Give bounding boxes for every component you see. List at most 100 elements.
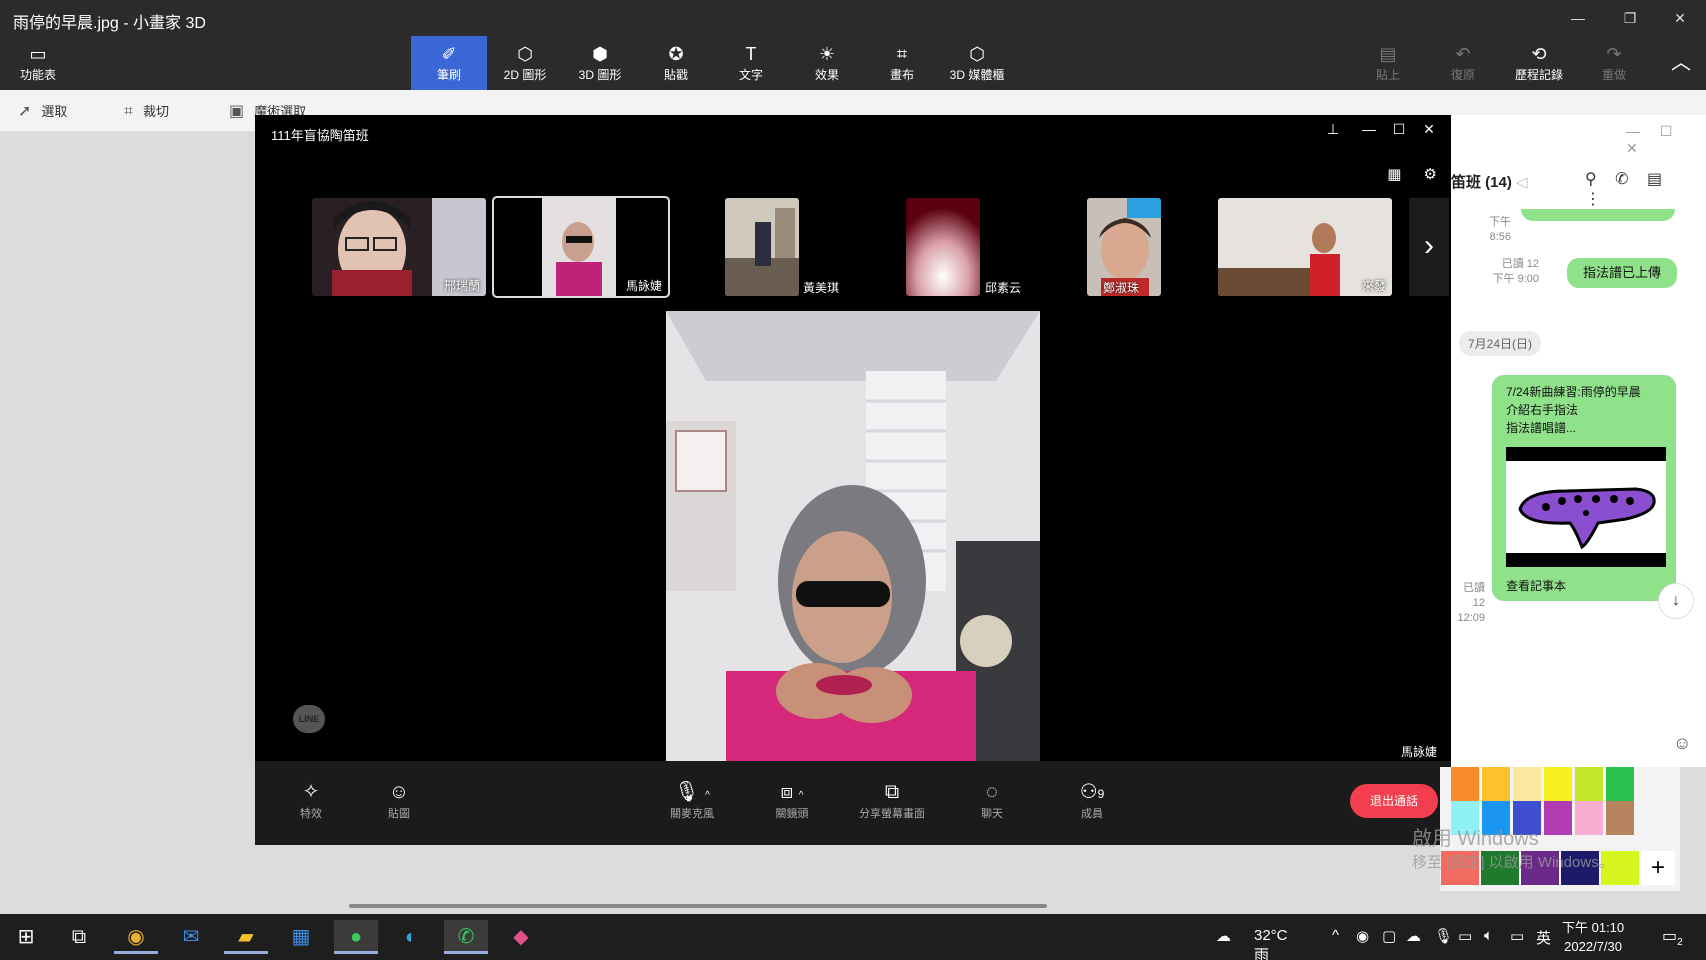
collapse-ribbon-icon[interactable]: ︿ <box>1664 36 1698 90</box>
chat-close-button[interactable]: ✕ <box>1626 140 1638 156</box>
redo-button[interactable]: ↷ 重做 <box>1592 36 1636 90</box>
participant-name: 鄭淑珠 <box>1103 281 1140 295</box>
color-swatch[interactable] <box>1451 767 1479 801</box>
menu-button[interactable]: ▭ 功能表 <box>10 36 66 90</box>
history-button[interactable]: ⟲ 歷程記錄 <box>1508 36 1570 90</box>
horizontal-scrollbar[interactable] <box>349 904 1047 908</box>
participant-tile[interactable]: 邢瑞蘭 <box>312 198 486 296</box>
emoji-button[interactable]: ☺ <box>1673 733 1691 754</box>
network-icon[interactable]: ▭ <box>1510 927 1524 945</box>
phone-icon[interactable]: ✆ <box>1615 171 1628 188</box>
edge-icon[interactable]: ◐ <box>389 920 433 954</box>
undo-icon: ↶ <box>1455 44 1471 64</box>
mute-microphone-button[interactable]: 🎙︎ ^ 關麥克風 <box>652 779 732 821</box>
close-button[interactable]: ✕ <box>1660 6 1700 30</box>
clock[interactable]: 下午 01:10 2022/7/30 <box>1562 918 1624 956</box>
mail-icon[interactable]: ✉ <box>169 920 213 954</box>
note-message-bubble[interactable]: 7/24新曲練習:雨停的早晨 介紹右手指法 指法譜唱譜... 查看記事本 <box>1492 375 1676 601</box>
participant-name: 邢瑞蘭 <box>443 279 480 293</box>
crop-tool[interactable]: ⌗ 裁切 <box>124 101 169 121</box>
color-swatch[interactable] <box>1575 767 1603 801</box>
notes-icon[interactable]: ▤ <box>1647 171 1662 188</box>
color-swatch[interactable] <box>1513 767 1541 801</box>
ime-indicator[interactable]: 英 <box>1536 927 1551 948</box>
chat-minimize-button[interactable]: — <box>1626 123 1640 139</box>
participant-tile[interactable]: 馬詠婕 <box>492 196 670 298</box>
more-icon[interactable]: ⋮ <box>1585 191 1601 208</box>
participant-tile[interactable] <box>906 198 980 296</box>
ribbon-stickers[interactable]: ✪ 貼戳 <box>643 36 709 90</box>
camera-off-button[interactable]: ⧈ ^ 關鏡頭 <box>752 779 832 821</box>
stickers-button[interactable]: ☺ 貼圖 <box>359 779 439 821</box>
color-swatch[interactable] <box>1544 801 1572 835</box>
file-explorer-icon[interactable]: ▰ <box>224 920 268 954</box>
redo-icon: ↷ <box>1606 44 1622 64</box>
meet-icon[interactable]: ▢ <box>1382 927 1396 945</box>
mute-icon: ◁ <box>1516 174 1528 191</box>
ribbon-canvas[interactable]: ⌗ 畫布 <box>869 36 935 90</box>
folder-icon: ▭ <box>29 44 47 64</box>
chrome-icon[interactable]: ◉ <box>114 920 158 954</box>
history-icon: ⟲ <box>1531 44 1547 64</box>
call-close-button[interactable]: ✕ <box>1417 121 1441 138</box>
record-icon[interactable]: ◉ <box>1356 927 1369 945</box>
color-swatch[interactable] <box>1606 801 1634 835</box>
volume-icon[interactable]: 🔈︎ <box>1484 927 1493 944</box>
line-logo: LINE <box>293 705 325 733</box>
paste-button[interactable]: ▤ 貼上 <box>1366 36 1410 90</box>
ribbon-brushes[interactable]: ✐ 筆刷 <box>411 36 487 90</box>
color-swatch[interactable] <box>1544 767 1572 801</box>
ribbon-3d-shapes[interactable]: ⬢ 3D 圖形 <box>567 36 633 90</box>
undo-button[interactable]: ↶ 復原 <box>1441 36 1485 90</box>
microphone-icon: 🎙︎ ^ <box>674 781 710 803</box>
chevron-up-icon[interactable]: ^ <box>1332 927 1339 944</box>
settings-icon[interactable]: ⚙ <box>1424 166 1437 183</box>
chat-header-icons: ⚲ ✆ ▤ ⋮ <box>1585 169 1706 209</box>
members-button[interactable]: ⚇9 成員 <box>1052 779 1132 821</box>
color-swatch[interactable] <box>1482 767 1510 801</box>
weather-icon[interactable]: ☁ <box>1216 927 1231 945</box>
microphone-tray-icon[interactable]: 🎙︎ <box>1434 927 1453 945</box>
scroll-down-button[interactable]: ↓ <box>1658 583 1694 619</box>
message-bubble[interactable] <box>1521 209 1675 221</box>
share-screen-button[interactable]: ⧉ 分享螢幕畫面 <box>852 779 932 821</box>
ribbon-3d-library[interactable]: ⬡ 3D 媒體櫃 <box>941 36 1013 90</box>
search-icon[interactable]: ⚲ <box>1585 171 1597 188</box>
call-minimize-button[interactable]: — <box>1357 121 1381 137</box>
task-view-icon[interactable]: ⧉ <box>57 920 101 954</box>
ocarina-image <box>1506 447 1666 567</box>
color-swatch[interactable] <box>1606 767 1634 801</box>
participant-tile[interactable] <box>725 198 799 296</box>
effects-button[interactable]: ✧ 特效 <box>271 779 351 821</box>
next-participants-button[interactable]: › <box>1409 198 1449 296</box>
effects-icon: ☀ <box>818 44 836 64</box>
select-tool[interactable]: ➚ 選取 <box>18 101 67 121</box>
start-icon[interactable]: ⊞ <box>4 920 48 954</box>
participant-tile[interactable]: 來發 <box>1218 198 1392 296</box>
minimize-button[interactable]: — <box>1558 6 1598 30</box>
ribbon-text[interactable]: T 文字 <box>718 36 784 90</box>
notification-icon[interactable]: ▭2 <box>1662 926 1683 948</box>
leave-call-button[interactable]: 退出通話 <box>1350 784 1438 818</box>
view-note-link[interactable]: 查看記事本 <box>1506 577 1566 594</box>
line-app-icon[interactable]: ● <box>334 920 378 954</box>
chat-button[interactable]: ◌ 聊天 <box>952 779 1032 821</box>
paint3d-titlebar: 雨停的早晨.jpg - 小畫家 3D — ❐ ✕ <box>0 0 1706 36</box>
onedrive-icon[interactable]: ☁ <box>1406 927 1421 945</box>
ribbon-2d-shapes[interactable]: ⬡ 2D 圖形 <box>492 36 558 90</box>
color-swatch[interactable] <box>1575 801 1603 835</box>
paint3d-app-icon[interactable]: ◆ <box>499 920 543 954</box>
message-bubble[interactable]: 指法譜已上傳 <box>1567 258 1677 288</box>
weather-text[interactable]: 32°C 雨 <box>1254 927 1288 960</box>
pin-icon[interactable]: ⊥ <box>1321 121 1345 138</box>
maximize-button[interactable]: ❐ <box>1610 6 1650 30</box>
line-call-window: 111年盲協陶笛班 ⊥ — ☐ ✕ ▦ ⚙ 邢瑞蘭 馬詠婕 黃美琪 邱素云 鄭淑… <box>255 115 1451 845</box>
grid-view-icon[interactable]: ▦ <box>1387 166 1401 183</box>
ribbon-effects[interactable]: ☀ 效果 <box>794 36 860 90</box>
call-maximize-button[interactable]: ☐ <box>1387 121 1411 138</box>
add-color-button[interactable]: + <box>1641 851 1675 885</box>
store-icon[interactable]: ▦ <box>279 920 323 954</box>
phone-app-icon[interactable]: ✆ <box>444 920 488 954</box>
chat-maximize-button[interactable]: ☐ <box>1660 123 1673 139</box>
battery-icon[interactable]: ▭ <box>1458 927 1472 945</box>
